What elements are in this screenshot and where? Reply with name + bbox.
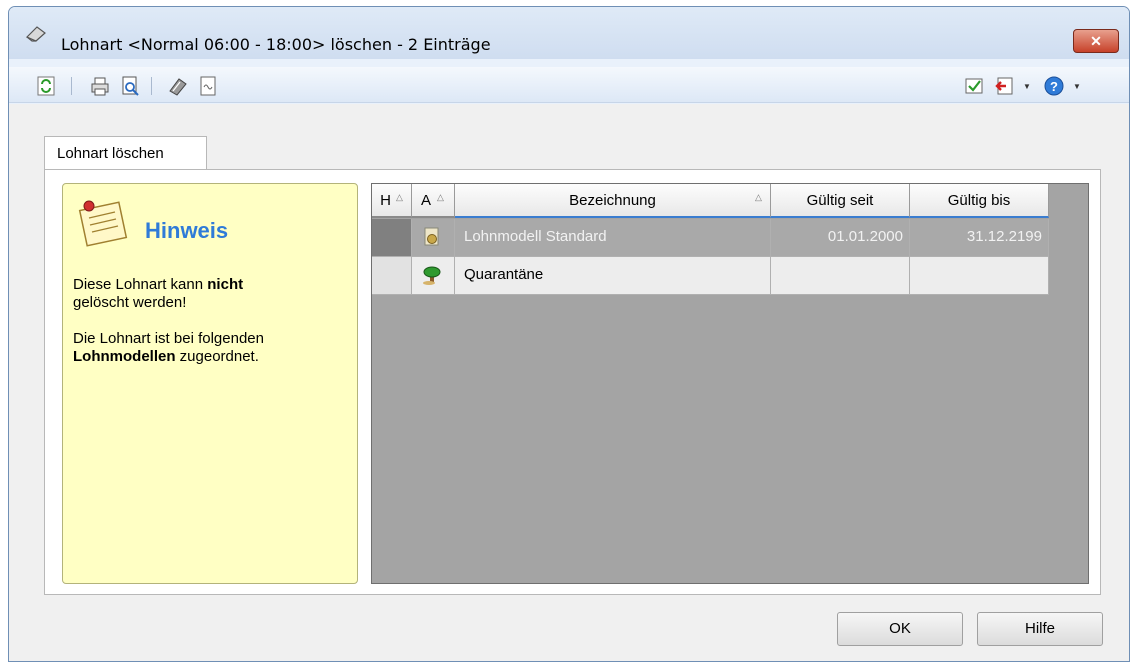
hint-box: Hinweis Diese Lohnart kann nicht gelösch…: [62, 183, 358, 584]
row-indicator: [372, 219, 412, 257]
tab-lohnart-loeschen[interactable]: Lohnart löschen: [44, 136, 207, 170]
toolbar-separator: [71, 77, 72, 95]
cell-bezeichnung: Lohnmodell Standard: [455, 219, 771, 257]
sort-icon: △: [755, 192, 762, 202]
column-header-a[interactable]: A △: [412, 184, 455, 218]
help-button[interactable]: Hilfe: [977, 612, 1103, 646]
title-bar: Lohnart <Normal 06:00 - 18:00> löschen -…: [9, 7, 1129, 59]
hint-text-bold: nicht: [207, 276, 244, 293]
hint-text-bold: Lohnmodellen: [73, 348, 176, 365]
sort-icon: △: [396, 192, 403, 202]
grid-header: H △ A △ Bezeichnung △ Gültig seit Gültig…: [372, 184, 1049, 218]
document-icon[interactable]: [197, 75, 219, 97]
row-indicator: [372, 257, 412, 295]
refresh-icon[interactable]: [35, 75, 57, 97]
cell-gueltig-seit: [771, 257, 910, 295]
table-row[interactable]: Lohnmodell Standard 01.01.2000 31.12.219…: [372, 219, 1049, 257]
row-icon-cell: [412, 257, 455, 295]
cell-gueltig-bis: 31.12.2199: [910, 219, 1049, 257]
sort-icon: △: [437, 192, 444, 202]
svg-text:?: ?: [1050, 79, 1058, 94]
ok-button[interactable]: OK: [837, 612, 963, 646]
print-icon[interactable]: [89, 75, 111, 97]
hint-text-part: zugeordnet.: [175, 348, 259, 365]
hint-text: Diese Lohnart kann nicht gelöscht werden…: [73, 276, 343, 384]
cell-gueltig-bis: [910, 257, 1049, 295]
export-icon[interactable]: [167, 75, 189, 97]
column-header-bezeichnung[interactable]: Bezeichnung △: [455, 184, 771, 218]
cell-bezeichnung: Quarantäne: [455, 257, 771, 295]
hint-text-part: gelöscht werden!: [73, 294, 187, 311]
exit-icon[interactable]: [993, 75, 1015, 97]
window-title: Lohnart <Normal 06:00 - 18:00> löschen -…: [61, 35, 491, 54]
row-icon-cell: [412, 219, 455, 257]
hint-title: Hinweis: [145, 218, 229, 243]
hint-text-part: Die Lohnart ist bei folgenden: [73, 330, 264, 347]
wage-model-icon: [424, 227, 439, 246]
table-row[interactable]: Quarantäne: [372, 257, 1049, 295]
chevron-down-icon[interactable]: ▼: [1023, 82, 1031, 91]
tab-label: Lohnart löschen: [57, 145, 164, 162]
notepad-icon: [78, 200, 128, 247]
dialog-window: Lohnart <Normal 06:00 - 18:00> löschen -…: [8, 6, 1130, 662]
column-header-gueltig-bis[interactable]: Gültig bis: [910, 184, 1049, 218]
wage-model-grid[interactable]: H △ A △ Bezeichnung △ Gültig seit Gültig…: [371, 183, 1089, 584]
checklist-icon[interactable]: [963, 75, 985, 97]
eraser-icon: [25, 26, 46, 42]
toolbar: ▼ ? ▼: [9, 67, 1129, 103]
cell-gueltig-seit: 01.01.2000: [771, 219, 910, 257]
hint-text-part: Diese Lohnart kann: [73, 276, 208, 293]
chevron-down-icon[interactable]: ▼: [1073, 82, 1081, 91]
dialog-body: Lohnart löschen Hinweis Diese Lohnart ka…: [9, 104, 1129, 661]
close-button[interactable]: ✕: [1073, 29, 1119, 53]
toolbar-separator: [151, 77, 152, 95]
tab-panel: Hinweis Diese Lohnart kann nicht gelösch…: [44, 169, 1101, 595]
print-preview-icon[interactable]: [119, 75, 141, 97]
help-icon[interactable]: ?: [1043, 75, 1065, 97]
palm-tree-icon: [423, 266, 441, 285]
column-header-gueltig-seit[interactable]: Gültig seit: [771, 184, 910, 218]
